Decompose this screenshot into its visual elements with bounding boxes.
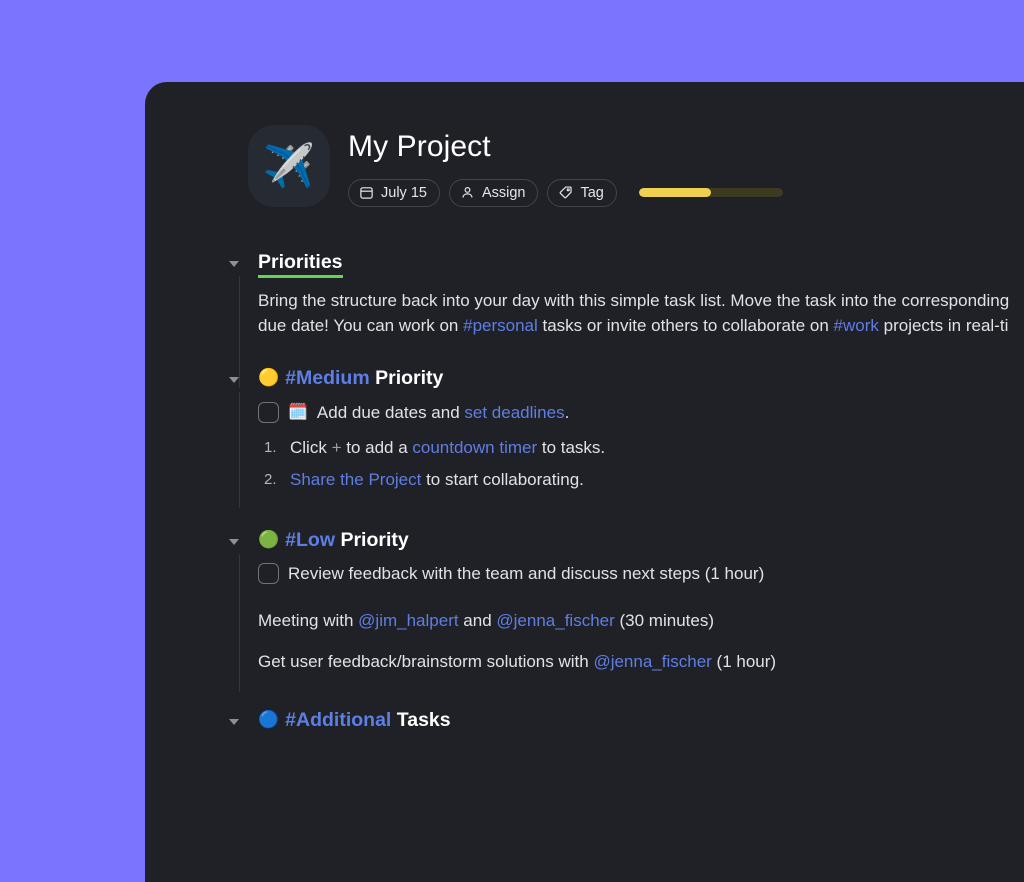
section-heading-text: Priorities [258, 251, 343, 279]
hashtag-low[interactable]: #Low [285, 529, 335, 551]
due-date-label: July 15 [381, 184, 427, 201]
plus-icon[interactable]: + [332, 438, 342, 457]
mention-jim-halpert[interactable]: @jim_halpert [358, 611, 458, 630]
line-pre: Get user feedback/brainstorm solutions w… [258, 652, 594, 672]
list-item-post: to start collaborating. [421, 469, 584, 489]
section-heading-medium[interactable]: 🟡 #Medium Priority [258, 368, 1024, 389]
medium-heading-rest: Priority [375, 367, 444, 390]
list-number: 1. [264, 438, 277, 456]
section-medium-priority: 🟡 #Medium Priority 🗓️ Add due dates and s… [225, 368, 1024, 509]
collapse-triangle-additional[interactable] [229, 719, 239, 726]
paragraph-line2-pre: due date! You can work on [258, 316, 464, 336]
numbered-list-medium: 1. Click + to add a countdown timer to ta… [258, 435, 1024, 492]
list-item[interactable]: 2. Share the Project to start collaborati… [258, 467, 1024, 492]
tag-label: Tag [580, 184, 604, 201]
calendar-emoji: 🗓️ [288, 403, 308, 421]
list-item-post: to tasks. [537, 437, 606, 457]
header-text-group: My Project July 15 Assign Tag [348, 125, 783, 207]
line-post: (1 hour) [711, 652, 777, 672]
green-circle-emoji: 🟢 [258, 529, 280, 549]
paragraph-line1-text: Bring the structure back into your day w… [258, 291, 1010, 311]
outline-rail [239, 392, 240, 509]
priorities-paragraph-line2: due date! You can work on #personal task… [258, 313, 1024, 338]
checkbox[interactable] [258, 401, 279, 423]
hashtag-work[interactable]: #work [834, 316, 879, 335]
low-heading-rest: Priority [340, 528, 409, 551]
priorities-paragraph-line1: Bring the structure back into your day w… [258, 288, 1024, 313]
section-heading-low[interactable]: 🟢 #Low Priority [258, 528, 1024, 551]
low-line-user-feedback: Get user feedback/brainstorm solutions w… [258, 649, 1024, 674]
tag-chip[interactable]: Tag [547, 178, 617, 207]
assign-chip[interactable]: Assign [448, 178, 539, 207]
todo-item-review-feedback[interactable]: Review feedback with the team and discus… [258, 561, 1024, 586]
document-outline: Priorities Bring the structure back into… [225, 251, 1024, 732]
collapse-triangle-low[interactable] [229, 538, 239, 545]
list-item[interactable]: 1. Click + to add a countdown timer to ta… [258, 435, 1024, 460]
todo-text-post: . [564, 402, 570, 422]
paragraph-line2-mid: tasks or invite others to collaborate on [537, 316, 834, 336]
section-heading-priorities[interactable]: Priorities [258, 251, 1024, 279]
project-icon[interactable]: ✈️ [248, 125, 330, 207]
blue-circle-emoji: 🔵 [258, 710, 280, 730]
metadata-row: July 15 Assign Tag [348, 178, 783, 207]
due-date-chip[interactable]: July 15 [348, 178, 440, 207]
progress-bar-fill [638, 188, 711, 197]
section-additional-tasks: 🔵 #Additional Tasks [225, 710, 1024, 731]
progress-bar[interactable] [638, 188, 783, 197]
todo-text: Review feedback with the team and discus… [288, 564, 765, 584]
section-priorities: Priorities Bring the structure back into… [225, 251, 1024, 388]
person-icon [460, 185, 475, 200]
airplane-emoji: ✈️ [262, 142, 316, 189]
hashtag-medium[interactable]: #Medium [285, 367, 370, 389]
todo-item-add-due-dates[interactable]: 🗓️ Add due dates and set deadlines. [258, 400, 1024, 425]
yellow-circle-emoji: 🟡 [258, 368, 280, 388]
paragraph-line2-post: projects in real-ti [878, 316, 1009, 336]
calendar-icon [359, 185, 374, 200]
tag-icon [558, 185, 573, 200]
link-set-deadlines[interactable]: set deadlines [464, 403, 564, 422]
todo-text-pre: Add due dates and [316, 402, 465, 422]
link-countdown-timer[interactable]: countdown timer [412, 438, 537, 457]
checkbox[interactable] [258, 563, 279, 585]
mention-jenna-fischer[interactable]: @jenna_fischer [496, 611, 614, 630]
collapse-triangle-medium[interactable] [229, 377, 239, 384]
line-mid: and [458, 611, 497, 631]
mention-jenna-fischer[interactable]: @jenna_fischer [593, 652, 711, 671]
page-title[interactable]: My Project [348, 130, 783, 165]
hashtag-personal[interactable]: #personal [463, 316, 538, 335]
low-line-meeting: Meeting with @jim_halpert and @jenna_fis… [258, 608, 1024, 633]
project-document-card: ✈️ My Project July 15 Assign Tag Priorit… [145, 82, 1024, 882]
todo-text: Add due dates and set deadlines. [317, 400, 569, 425]
document-header: ✈️ My Project July 15 Assign Tag [248, 125, 783, 207]
assign-label: Assign [481, 184, 526, 201]
collapse-triangle-priorities[interactable] [229, 261, 239, 267]
additional-heading-rest: Tasks [396, 709, 451, 732]
list-item-mid: to add a [341, 437, 413, 457]
list-number: 2. [264, 470, 277, 488]
hashtag-additional[interactable]: #Additional [285, 709, 391, 731]
line-pre: Meeting with [258, 611, 359, 631]
list-item-pre: Click [290, 437, 332, 457]
line-post: (30 minutes) [614, 611, 714, 631]
section-low-priority: 🟢 #Low Priority Review feedback with the … [225, 528, 1024, 692]
section-heading-additional[interactable]: 🔵 #Additional Tasks [258, 710, 1024, 731]
link-share-the-project[interactable]: Share the Project [290, 470, 421, 489]
outline-rail [239, 553, 240, 692]
